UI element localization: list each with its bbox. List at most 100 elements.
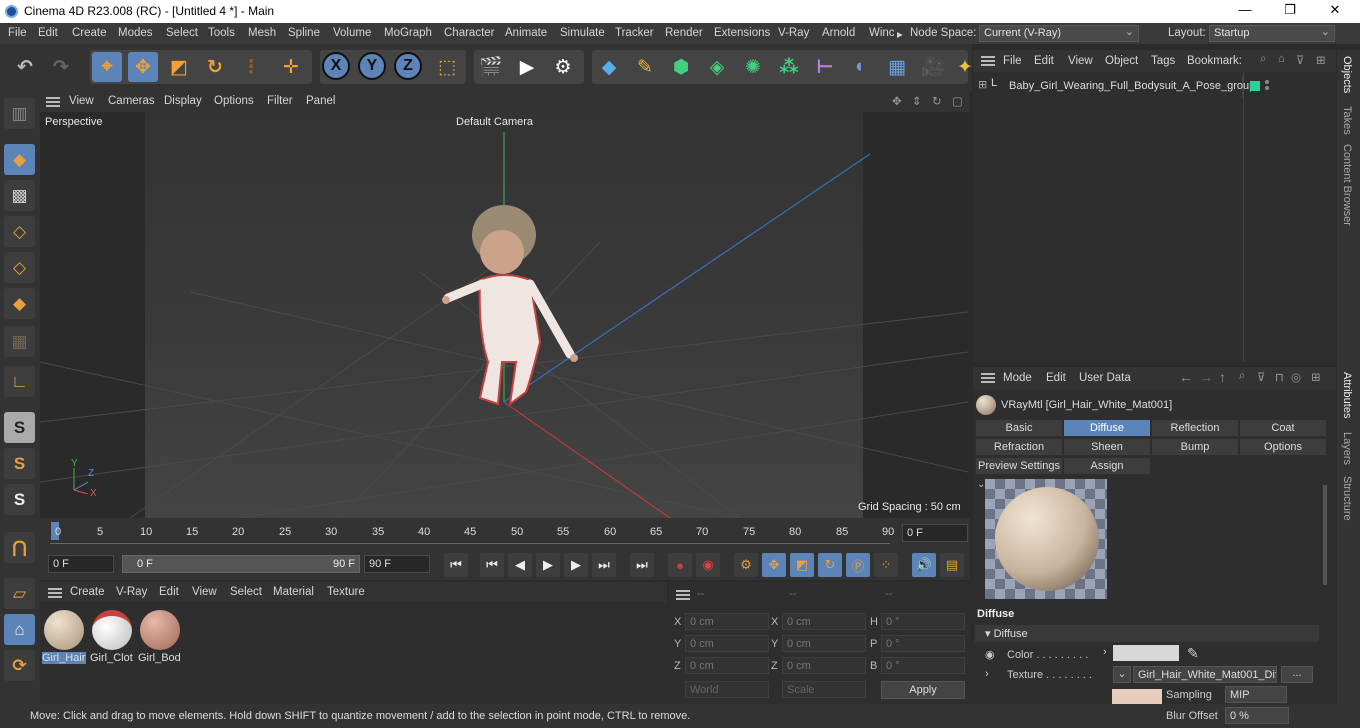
move-tool-icon[interactable]: ✥ <box>128 52 158 82</box>
viewport-menu-filter[interactable]: Filter <box>267 95 293 107</box>
tab-diffuse[interactable]: Diffuse <box>1063 419 1151 437</box>
menu-tools[interactable]: Tools <box>208 27 235 39</box>
scale-tool-icon[interactable]: ◩ <box>164 52 194 82</box>
rot-b-field[interactable]: 0 ° <box>881 657 965 674</box>
editor-visibility-dot[interactable] <box>1265 80 1269 84</box>
rot-h-field[interactable]: 0 ° <box>881 613 965 630</box>
side-tab-attributes[interactable]: Attributes <box>1341 372 1353 418</box>
menu-modes[interactable]: Modes <box>118 27 153 39</box>
tab-reflection[interactable]: Reflection <box>1151 419 1239 437</box>
menu-tracker[interactable]: Tracker <box>615 27 654 39</box>
material-menu-view[interactable]: View <box>192 586 217 598</box>
color-expand-icon[interactable]: › <box>1103 646 1107 658</box>
key-parameter-icon[interactable]: Ⓟ <box>846 553 870 577</box>
menu-arnold[interactable]: Arnold <box>822 27 855 39</box>
attribute-new-icon[interactable]: ⊞ <box>1311 370 1321 384</box>
viewport-menu-display[interactable]: Display <box>164 95 202 107</box>
material-preview-large[interactable] <box>985 479 1107 599</box>
solo-hierarchy-icon[interactable]: S <box>4 484 35 515</box>
apply-button[interactable]: Apply <box>881 681 965 699</box>
tab-basic[interactable]: Basic <box>975 419 1063 437</box>
texture-browse-button[interactable]: ... <box>1281 666 1313 683</box>
object-menu-file[interactable]: File <box>1003 55 1022 67</box>
side-tab-takes[interactable]: Takes <box>1341 106 1353 135</box>
pos-x-field[interactable]: 0 cm <box>685 613 769 630</box>
floor-object-icon[interactable]: ▦ <box>882 52 912 82</box>
uv-mode-icon[interactable]: ▦ <box>4 326 35 357</box>
current-frame-field[interactable]: 0 F <box>902 524 968 542</box>
axis-mode-icon[interactable]: ∟ <box>4 366 35 397</box>
texture-expand-icon[interactable]: › <box>985 668 989 680</box>
tab-coat[interactable]: Coat <box>1239 419 1327 437</box>
menu-extensions[interactable]: Extensions <box>714 27 770 39</box>
eyedropper-icon[interactable]: ✎ <box>1187 645 1199 662</box>
key-rotation-icon[interactable]: ↻ <box>818 553 842 577</box>
keyframe-selection-icon[interactable]: ⚙ <box>734 553 758 577</box>
sound-icon[interactable]: 🔊 <box>912 553 936 577</box>
lock-icon[interactable]: ⊓ <box>1275 370 1284 384</box>
object-menu-edit[interactable]: Edit <box>1034 55 1054 67</box>
coordinate-system-icon[interactable]: ⬚ <box>432 52 462 82</box>
viewport-rotate-icon[interactable]: ↻ <box>932 94 942 108</box>
coordinate-hamburger-icon[interactable] <box>676 590 690 600</box>
menu-vray[interactable]: V-Ray <box>778 27 809 39</box>
field-icon[interactable]: ◐ <box>846 52 876 82</box>
enable-snap-icon[interactable]: ⋂ <box>4 532 35 563</box>
color-radio-icon[interactable]: ◉ <box>985 648 995 661</box>
cube-object-icon[interactable]: ◆ <box>594 52 624 82</box>
object-menu-view[interactable]: View <box>1068 55 1093 67</box>
solo-single-icon[interactable]: S <box>4 448 35 479</box>
menu-create[interactable]: Create <box>72 27 107 39</box>
viewport-menu-options[interactable]: Options <box>214 95 254 107</box>
y-axis-lock-button[interactable]: Y <box>358 52 386 80</box>
viewport-menu-panel[interactable]: Panel <box>306 95 335 107</box>
material-menu-select[interactable]: Select <box>230 586 262 598</box>
record-active-icon[interactable]: ● <box>668 553 692 577</box>
menu-mograph[interactable]: MoGraph <box>384 27 432 39</box>
live-selection-icon[interactable]: ⌖ <box>92 52 122 82</box>
cloner-icon[interactable]: ✺ <box>738 52 768 82</box>
object-menu-bookmarks[interactable]: Bookmark: <box>1187 55 1242 67</box>
redo-button[interactable]: ↷ <box>46 52 76 82</box>
attribute-menu-user-data[interactable]: User Data <box>1079 372 1131 384</box>
maximize-button[interactable]: ❐ <box>1270 2 1310 20</box>
timeline-ruler[interactable]: 0 5 10 15 20 25 30 35 40 45 50 55 60 65 … <box>40 518 970 548</box>
side-tab-layers[interactable]: Layers <box>1341 432 1353 465</box>
object-filter-icon[interactable]: ⊽ <box>1296 53 1304 67</box>
material-menu-vray[interactable]: V-Ray <box>116 586 147 598</box>
menu-volume[interactable]: Volume <box>333 27 371 39</box>
object-name-baby-girl[interactable]: Baby_Girl_Wearing_Full_Bodysuit_A_Pose_g… <box>1009 80 1255 92</box>
edge-mode-icon[interactable]: ◇ <box>4 252 35 283</box>
menu-edit[interactable]: Edit <box>38 27 58 39</box>
forward-arrow-icon[interactable]: → <box>1199 369 1213 385</box>
object-menu-object[interactable]: Object <box>1105 55 1138 67</box>
attribute-scrollbar[interactable] <box>1323 485 1327 585</box>
key-scale-icon[interactable]: ◩ <box>790 553 814 577</box>
film-icon[interactable]: ▤ <box>940 553 964 577</box>
sampling-select[interactable]: MIP <box>1225 686 1287 703</box>
attribute-search-icon[interactable]: ⌕ <box>1239 370 1245 383</box>
material-hamburger-icon[interactable] <box>48 588 62 598</box>
material-menu-material[interactable]: Material <box>273 586 314 598</box>
texture-mode-icon[interactable]: ▩ <box>4 180 35 211</box>
solo-off-icon[interactable]: S <box>4 412 35 443</box>
texture-field[interactable]: Girl_Hair_White_Mat001_Dif <box>1133 666 1277 683</box>
z-axis-lock-button[interactable]: Z <box>394 52 422 80</box>
menu-render[interactable]: Render <box>665 27 703 39</box>
side-tab-content-browser[interactable]: Content Browser <box>1341 144 1353 226</box>
material-menu-create[interactable]: Create <box>70 586 105 598</box>
make-editable-icon[interactable]: ▥ <box>4 98 35 129</box>
previous-key-icon[interactable]: ⏮ <box>480 553 504 577</box>
menu-spline[interactable]: Spline <box>288 27 320 39</box>
material-menu-edit[interactable]: Edit <box>159 586 179 598</box>
tab-options[interactable]: Options <box>1239 438 1327 456</box>
tab-refraction[interactable]: Refraction <box>975 438 1063 456</box>
menu-window[interactable]: Winc <box>869 27 895 39</box>
bend-deformer-icon[interactable]: ⊢ <box>810 52 840 82</box>
tab-sheen[interactable]: Sheen <box>1063 438 1151 456</box>
go-to-end-icon[interactable]: ⏭ <box>630 553 654 577</box>
pen-tool-icon[interactable]: ✎ <box>630 52 660 82</box>
render-view-icon[interactable]: 🎬 <box>476 52 506 82</box>
minimize-button[interactable]: — <box>1225 2 1265 20</box>
subdivision-surface-icon[interactable]: ⬢ <box>666 52 696 82</box>
